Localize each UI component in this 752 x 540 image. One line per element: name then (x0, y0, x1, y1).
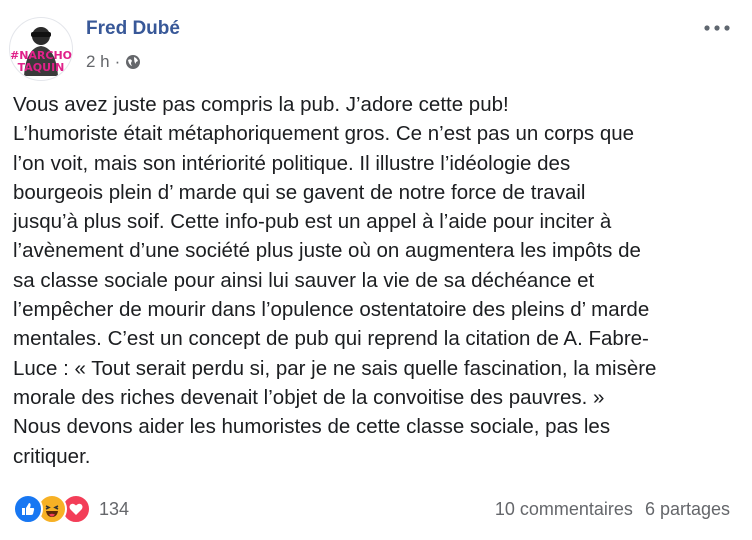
reactions-summary[interactable]: 134 (13, 494, 129, 524)
post-text: Vous avez juste pas compris la pub. J’ad… (13, 90, 733, 471)
post-text-line: Nous devons aider les humoristes de cett… (13, 415, 611, 439)
comments-link[interactable]: 10 commentaires (495, 499, 633, 520)
post-text-line: l’avènement d’une société plus juste où … (13, 239, 641, 263)
facebook-post: #NARCHO TAQUIN Fred Dubé 2 h · Vous avez… (0, 0, 752, 540)
avatar-image: #NARCHO TAQUIN (10, 27, 72, 76)
post-text-line: morale des riches devenait l’objet de la… (13, 385, 605, 409)
avatar-logo-text-bottom: TAQUIN (18, 61, 65, 74)
post-text-line: jusqu’à plus soif. Cette info-pub est un… (13, 210, 612, 234)
post-text-line: sa classe sociale pour ainsi lui sauver … (13, 268, 595, 292)
post-text-line: l’empêcher de mourir dans l’opulence ost… (13, 298, 650, 322)
post-text-line: L’humoriste était métaphoriquement gros.… (13, 122, 635, 146)
post-text-line: mentales. C’est un concept de pub qui re… (13, 327, 649, 351)
reaction-count: 134 (99, 498, 130, 519)
meta-separator: · (114, 52, 121, 71)
post-text-line: l’on voit, mais son intériorité politiqu… (13, 151, 571, 175)
post-text-line: critiquer. (13, 444, 91, 468)
avatar[interactable]: #NARCHO TAQUIN (9, 17, 73, 81)
globe-icon[interactable] (125, 54, 141, 70)
like-icon (13, 494, 43, 524)
shares-link[interactable]: 6 partages (645, 499, 730, 520)
post-time[interactable]: 2 h (86, 52, 110, 72)
post-text-line: Luce : « Tout serait perdu si, par je ne… (13, 356, 657, 380)
post-text-line: Vous avez juste pas compris la pub. J’ad… (13, 93, 509, 116)
post-footer: 134 10 commentaires 6 partages (13, 493, 730, 525)
more-options-button[interactable] (702, 18, 732, 38)
more-horizontal-icon (704, 25, 730, 31)
author-name[interactable]: Fred Dubé (86, 18, 180, 40)
post-text-line: bourgeois plein d’ marde qui se gavent d… (13, 180, 586, 204)
post-meta: 2 h · (86, 52, 141, 72)
